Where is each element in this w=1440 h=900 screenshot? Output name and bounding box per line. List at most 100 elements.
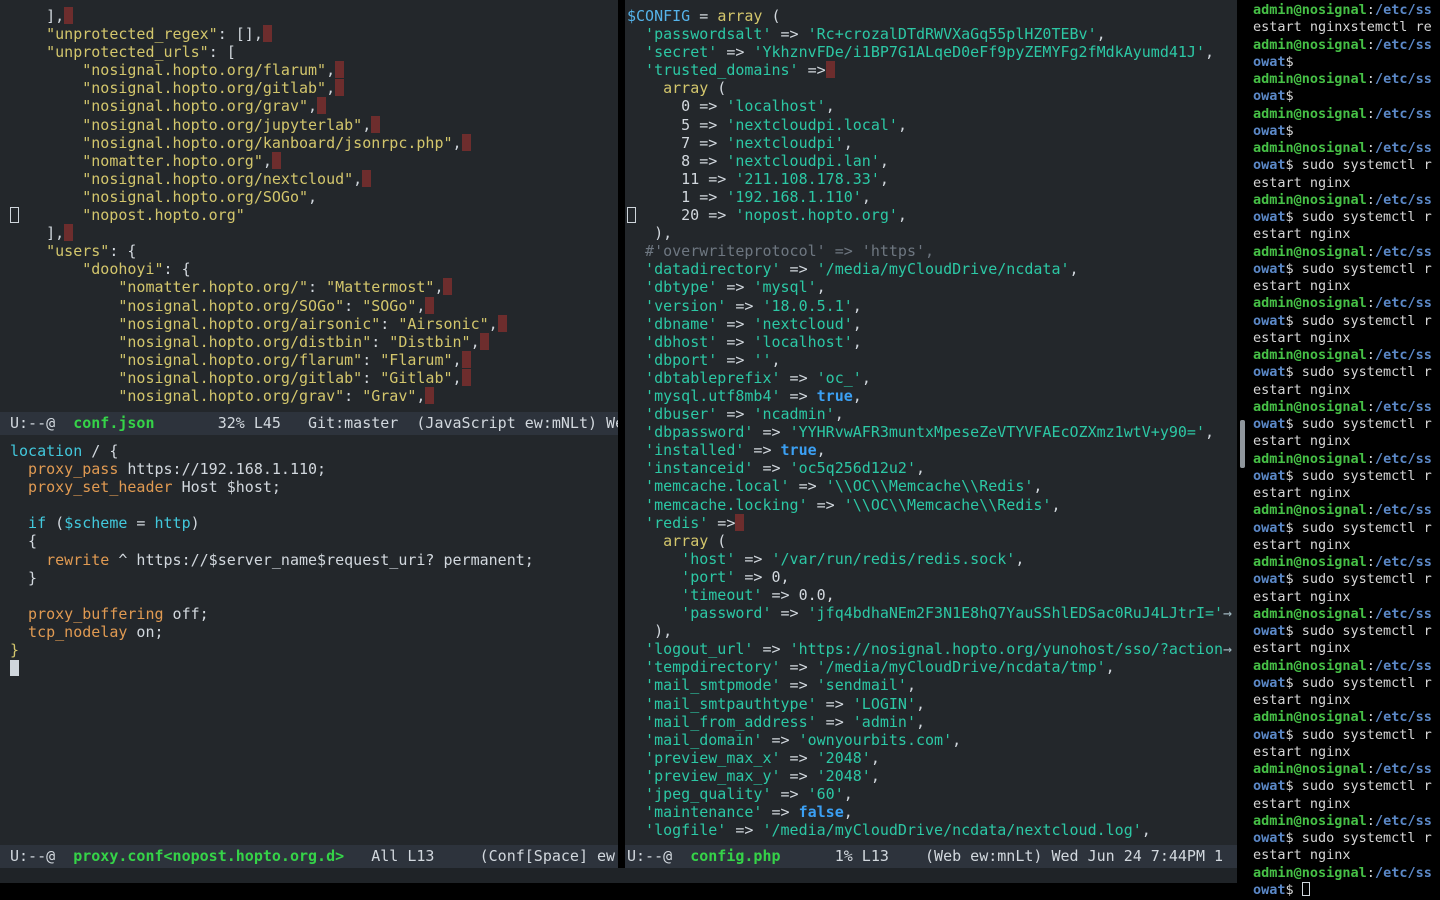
code-line: estart nginx bbox=[1253, 433, 1440, 450]
code-line: { bbox=[10, 532, 618, 550]
php-string: '/media/myCloudDrive/ncdata/nextcloud.lo… bbox=[762, 821, 1141, 839]
terminal-path: owat bbox=[1253, 313, 1286, 329]
terminal-path: /etc/ss bbox=[1375, 502, 1432, 518]
punctuation: => bbox=[762, 803, 798, 821]
json-string: "Distbin" bbox=[389, 333, 470, 351]
punctuation: => bbox=[717, 278, 753, 296]
terminal-path: /etc/ss bbox=[1375, 244, 1432, 260]
punctuation: , bbox=[489, 315, 498, 333]
terminal-pane[interactable]: admin@nosignal:/etc/ssestart nginxstemct… bbox=[1248, 0, 1440, 900]
punctuation: : { bbox=[109, 242, 136, 260]
terminal-path: owat bbox=[1253, 520, 1286, 536]
php-string: 'version' bbox=[627, 297, 726, 315]
punctuation: , bbox=[871, 767, 880, 785]
editor-window-config-php[interactable]: $CONFIG = array ( 'passwordsalt' => 'Rc+… bbox=[625, 0, 1237, 845]
terminal-path: owat bbox=[1253, 364, 1286, 380]
php-string: 'maintenance' bbox=[627, 803, 762, 821]
terminal-text: $ sudo systemctl r bbox=[1286, 778, 1432, 794]
php-string: 'dbhost' bbox=[627, 333, 717, 351]
punctuation: 0 => bbox=[627, 97, 726, 115]
code-line: proxy_buffering off; bbox=[10, 605, 618, 623]
php-string: '192.168.1.110' bbox=[726, 188, 861, 206]
buffer-name: config.php bbox=[690, 847, 780, 865]
terminal-text: estart nginx bbox=[1253, 537, 1351, 553]
punctuation: => bbox=[717, 333, 753, 351]
code-line: "nosignal.hopto.org/nextcloud", bbox=[10, 170, 618, 188]
terminal-text: $ sudo systemctl r bbox=[1286, 623, 1432, 639]
keyword-yellow: array bbox=[627, 532, 708, 550]
json-string: "nosignal.hopto.org/distbin" bbox=[10, 333, 371, 351]
code-line: estart nginx bbox=[1253, 485, 1440, 502]
punctuation: => bbox=[753, 640, 789, 658]
editor-window-conf-json[interactable]: ], "unprotected_regex": [], "unprotected… bbox=[0, 0, 618, 412]
punctuation: , bbox=[907, 676, 916, 694]
terminal-path: /etc/ss bbox=[1375, 106, 1432, 122]
json-string: "nosignal.hopto.org/gitlab" bbox=[10, 79, 326, 97]
terminal-text: $ bbox=[1286, 123, 1294, 139]
php-string: 'installed' bbox=[627, 441, 744, 459]
punctuation: => bbox=[808, 496, 844, 514]
php-string: '60' bbox=[808, 785, 844, 803]
code-line: owat$ sudo systemctl r bbox=[1253, 313, 1440, 330]
cursor-hollow bbox=[627, 207, 636, 223]
code-line: 'memcache.locking' => '\\OC\\Memcache\\R… bbox=[627, 496, 1237, 514]
code-line: 'mysql.utf8mb4' => true, bbox=[627, 387, 1237, 405]
terminal-text: : bbox=[1367, 399, 1375, 415]
punctuation: ^ https://$server_name$request_uri? perm… bbox=[109, 551, 533, 569]
php-comment: #'overwriteprotocol' => 'https', bbox=[627, 242, 934, 260]
terminal-scrollbar-thumb[interactable] bbox=[1240, 420, 1245, 468]
terminal-path: /etc/ss bbox=[1375, 347, 1432, 363]
code-line: estart nginx bbox=[1253, 847, 1440, 864]
punctuation: , bbox=[434, 278, 443, 296]
punctuation: / { bbox=[82, 442, 118, 460]
punctuation: , bbox=[326, 79, 335, 97]
punctuation: Host $host; bbox=[173, 478, 281, 496]
punctuation: => bbox=[762, 731, 798, 749]
terminal-path: owat bbox=[1253, 727, 1286, 743]
code-line: 'datadirectory' => '/media/myCloudDrive/… bbox=[627, 260, 1237, 278]
trailing-whitespace-marker bbox=[735, 514, 744, 531]
php-string: 'nextcloudpi' bbox=[726, 134, 843, 152]
json-string: "nosignal.hopto.org/flarum" bbox=[10, 61, 326, 79]
json-string: "nosignal.hopto.org/SOGo" bbox=[10, 188, 308, 206]
terminal-user: admin@nosignal bbox=[1253, 554, 1367, 570]
code-line: 'passwordsalt' => 'Rc+crozalDTdRWVXaGq55… bbox=[627, 25, 1237, 43]
code-line: "nosignal.hopto.org/distbin": "Distbin", bbox=[10, 333, 618, 351]
code-line: owat$ bbox=[1253, 882, 1440, 899]
punctuation: 1 => bbox=[627, 188, 726, 206]
code-line: estart nginx bbox=[1253, 278, 1440, 295]
php-string: 'preview_max_x' bbox=[627, 749, 781, 767]
code-line: ], bbox=[10, 7, 618, 25]
punctuation: : bbox=[344, 387, 362, 405]
punctuation: , bbox=[453, 134, 462, 152]
json-string: "nopost.hopto.org" bbox=[19, 206, 245, 224]
terminal-user: admin@nosignal bbox=[1253, 192, 1367, 208]
code-line: #'overwriteprotocol' => 'https', bbox=[627, 242, 1237, 260]
buffer-name: proxy.conf<nopost.hopto.org.d> bbox=[73, 847, 344, 865]
nginx-directive: proxy_pass bbox=[10, 460, 118, 478]
code-line: admin@nosignal:/etc/ss bbox=[1253, 451, 1440, 468]
code-line: "nosignal.hopto.org/jupyterlab", bbox=[10, 116, 618, 134]
terminal-path: owat bbox=[1253, 882, 1286, 898]
punctuation: => bbox=[781, 749, 817, 767]
code-line: ], bbox=[10, 224, 618, 242]
punctuation: ], bbox=[10, 224, 64, 242]
terminal-text: estart nginxstemctl re bbox=[1253, 19, 1432, 35]
punctuation: U:--@ bbox=[10, 414, 73, 432]
punctuation: => bbox=[717, 405, 753, 423]
punctuation: => bbox=[781, 767, 817, 785]
terminal-text: estart nginx bbox=[1253, 847, 1351, 863]
php-string: 'YkhznvFDe/i1BP7G1ALqeD0eFf9pyZEMYFg2fMd… bbox=[753, 43, 1205, 61]
terminal-text: estart nginx bbox=[1253, 640, 1351, 656]
punctuation: , bbox=[862, 188, 871, 206]
editor-window-proxy-conf[interactable]: location / { proxy_pass https://192.168.… bbox=[0, 435, 618, 845]
code-line: ), bbox=[627, 622, 1237, 640]
code-line: admin@nosignal:/etc/ss bbox=[1253, 554, 1440, 571]
punctuation: => bbox=[726, 821, 762, 839]
code-line: admin@nosignal:/etc/ss bbox=[1253, 399, 1440, 416]
terminal-path: /etc/ss bbox=[1375, 761, 1432, 777]
code-line: admin@nosignal:/etc/ss bbox=[1253, 606, 1440, 623]
code-line: admin@nosignal:/etc/ss bbox=[1253, 347, 1440, 364]
punctuation: , bbox=[326, 61, 335, 79]
php-string: '/var/run/redis/redis.sock' bbox=[772, 550, 1016, 568]
